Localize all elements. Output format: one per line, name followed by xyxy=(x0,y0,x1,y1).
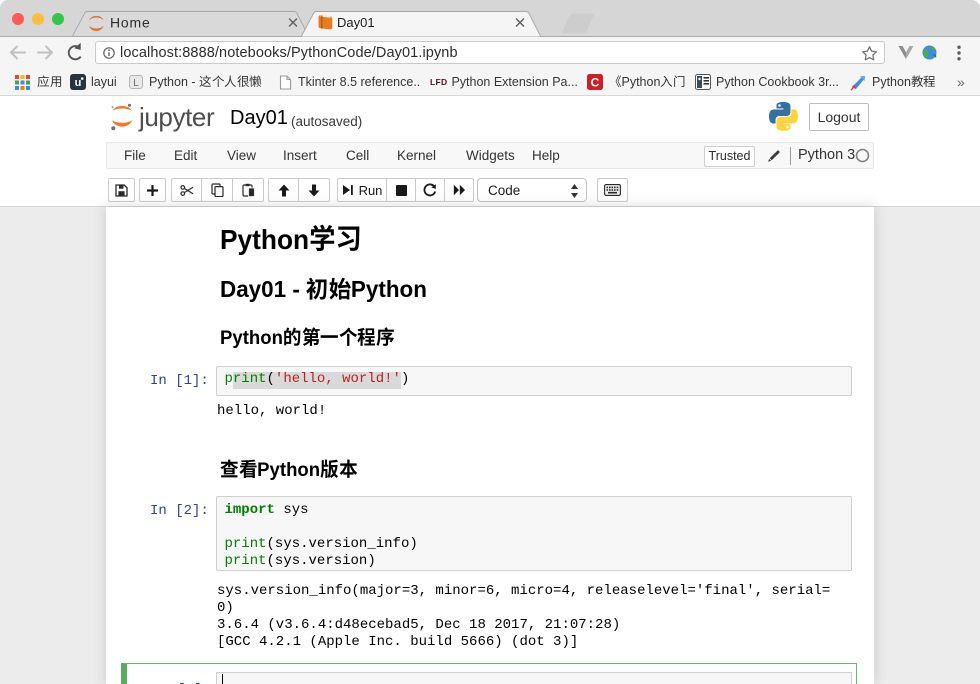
svg-text:Day01: Day01 xyxy=(337,15,375,30)
svg-text:C: C xyxy=(591,76,600,90)
svg-text:Home: Home xyxy=(110,15,151,31)
svg-text:u: u xyxy=(75,77,82,89)
svg-text:L: L xyxy=(133,78,139,89)
